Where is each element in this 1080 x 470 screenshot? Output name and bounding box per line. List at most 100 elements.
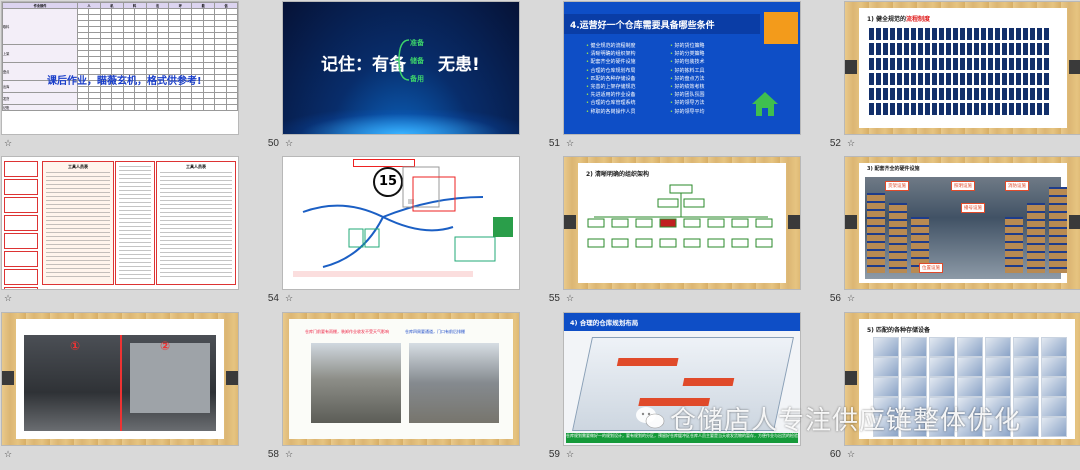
slide-54[interactable]: 15 [283,157,519,289]
list-item: 先进适用的作业设备 [586,91,636,99]
slide-57[interactable]: ① ② [2,313,238,445]
star-icon[interactable]: ☆ [4,139,12,149]
slide-52[interactable]: 1) 健全规范的流程制度 [845,2,1080,134]
process-cell [890,103,895,115]
process-cell [1023,88,1028,100]
process-cell [953,43,958,55]
process-cell [1023,28,1028,40]
star-icon[interactable]: ☆ [285,294,293,304]
orange-block [764,12,798,44]
list-item: 配套齐全的硬件设施 [586,58,636,66]
process-cell [1023,103,1028,115]
process-cell [869,43,874,55]
step-column [4,161,38,289]
equipment-image [873,337,899,357]
slide-56[interactable]: 3) 配套齐全的硬件设施 货架设施 照明设施 消防设施 播号设施 位置设施 [845,157,1080,289]
slide-58[interactable]: 仓库门前要有雨棚，装卸作业收发不受天气影响 仓库四周要通道，门口有前后排棚 [283,313,519,445]
process-cell [904,103,909,115]
process-cell [995,43,1000,55]
process-cell [869,58,874,70]
row-label: 取料 [2,8,79,45]
frame-tab [1069,215,1080,229]
process-cell [953,28,958,40]
list-item: 好的包装技术 [670,58,705,66]
callout-label: 照明设施 [951,181,975,191]
process-cell [1009,73,1014,85]
process-cell [1016,43,1021,55]
process-cell [981,43,986,55]
process-cell [967,73,972,85]
callout-label: 货架设施 [885,181,909,191]
process-cell [876,73,881,85]
process-cell [974,28,979,40]
row-label: 上架 [2,44,79,63]
process-cell [883,43,888,55]
process-cell [932,88,937,100]
equipment-image [929,357,955,377]
process-cell [967,58,972,70]
star-icon[interactable]: ☆ [566,294,574,304]
list-item: 健全规范的流程制度 [586,42,636,50]
process-cell [897,43,902,55]
process-cell [890,88,895,100]
process-cell [1016,103,1021,115]
slide-title: 4) 合理的仓库规划布局 [570,319,639,327]
keyword: 储备 [410,57,424,65]
frame-tab [788,215,800,229]
process-cell [946,28,951,40]
slide-55[interactable]: 2) 清晰明确的组织架构 [564,157,800,289]
star-icon[interactable]: ☆ [847,450,855,460]
process-cell [918,58,923,70]
slide-title: 5) 匹配的各种存储设备 [867,327,931,334]
slide-49[interactable]: 作业部件 人 机 料 法 环 能 信 取料 上架 盘点 出库 发货 记账 课后作… [2,2,238,134]
process-cell [897,28,902,40]
list-item: 好的团队氛围 [670,91,705,99]
list-item: 称职的各岗操作人员 [586,108,636,116]
process-cell [1044,43,1049,55]
slide-51[interactable]: 4.运营好一个仓库需要具备哪些条件 健全规范的流程制度 清晰明确的组织架构 配套… [564,2,800,134]
process-cell [988,58,993,70]
star-icon[interactable]: ☆ [566,139,574,149]
process-cell [974,73,979,85]
process-cell [890,58,895,70]
process-cell [918,43,923,55]
text-panel: 工具人员表 [156,161,236,285]
slide-53[interactable]: 工具人员表 工具人员表 [2,157,238,289]
process-cell [1037,73,1042,85]
process-cell [876,28,881,40]
process-cell [1023,73,1028,85]
callout-label: 播号设施 [961,203,985,213]
process-cell [1016,73,1021,85]
process-cell [869,103,874,115]
frame-tab [845,371,857,385]
process-cell [918,88,923,100]
process-cell [1030,28,1035,40]
process-cell [876,58,881,70]
slide-number: 60 [829,449,841,460]
slide-50[interactable]: 记住：有备 准备 储备 备用 无患! [283,2,519,134]
slide-content: ① ② [16,319,224,439]
star-icon[interactable]: ☆ [847,139,855,149]
star-icon[interactable]: ☆ [285,450,293,460]
process-cell [981,73,986,85]
star-icon[interactable]: ☆ [566,450,574,460]
title-prefix: 1) 健全规范的 [867,16,907,23]
star-icon[interactable]: ☆ [4,450,12,460]
process-cell [890,73,895,85]
process-cell [946,43,951,55]
star-icon[interactable]: ☆ [285,139,293,149]
process-cell [1044,73,1049,85]
process-cell [988,73,993,85]
callout-label: 位置设施 [919,263,943,273]
process-cell [1037,58,1042,70]
slide-content: 2) 清晰明确的组织架构 [578,163,786,283]
star-icon[interactable]: ☆ [847,294,855,304]
process-cell [939,43,944,55]
process-cell [974,58,979,70]
process-cell [967,103,972,115]
process-cell [925,88,930,100]
list-item: 好的领导方法 [670,99,705,107]
process-cell [869,88,874,100]
star-icon[interactable]: ☆ [4,294,12,304]
panel-title: 工具人员表 [186,164,206,169]
